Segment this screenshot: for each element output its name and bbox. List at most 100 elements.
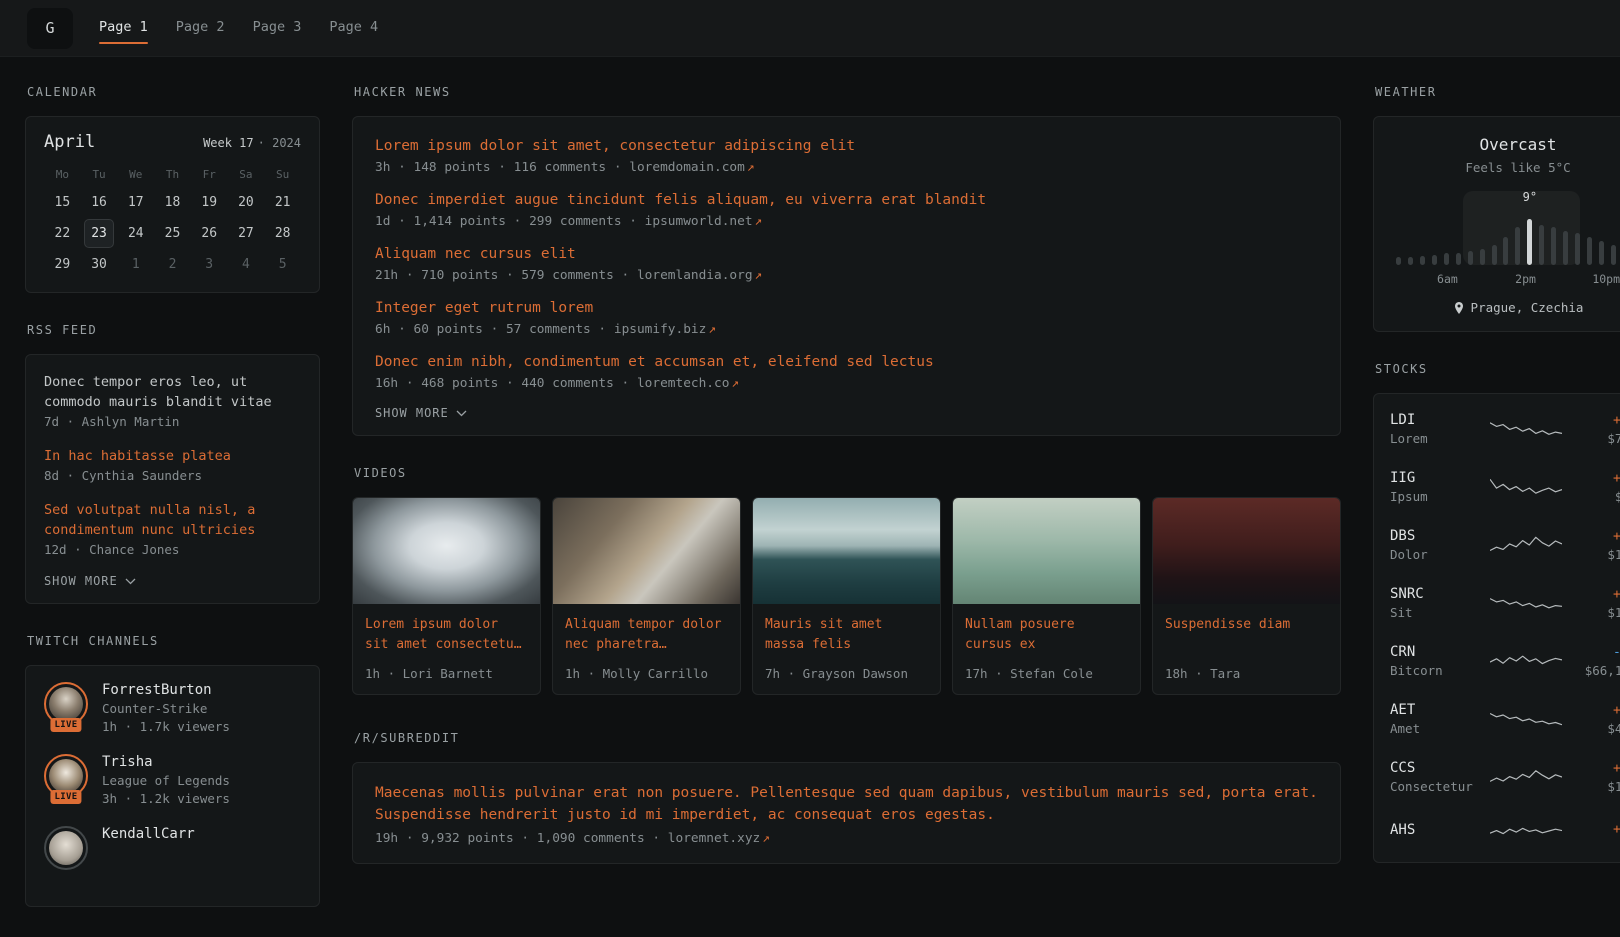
- external-link-icon: ↗: [708, 322, 716, 337]
- hn-domain-link[interactable]: loremdomain.com: [629, 160, 745, 175]
- stock-row[interactable]: CCS Consectetur +0.51% $165.84: [1390, 748, 1620, 806]
- subreddit-post[interactable]: Maecenas mollis pulvinar erat non posuer…: [375, 782, 1318, 846]
- post-title[interactable]: Maecenas mollis pulvinar erat non posuer…: [375, 782, 1318, 826]
- video-card[interactable]: Aliquam tempor dolor nec pharetra… 1h · …: [552, 497, 741, 695]
- stock-change: +0.51%: [1570, 761, 1620, 776]
- weather-bar: [1492, 245, 1497, 265]
- video-card[interactable]: Nullam posuere cursus ex 17h · Stefan Co…: [952, 497, 1141, 695]
- hn-item-title[interactable]: Lorem ipsum dolor sit amet, consectetur …: [375, 136, 1318, 157]
- post-domain-link[interactable]: loremnet.xyz: [668, 831, 760, 846]
- avatar: [49, 831, 83, 865]
- hn-domain-link[interactable]: ipsumify.biz: [614, 322, 706, 337]
- rss-item-title[interactable]: Sed volutpat nulla nisl, a condimentum n…: [44, 500, 301, 540]
- stock-symbol: CCS: [1390, 760, 1482, 776]
- stock-sparkline: [1490, 706, 1562, 732]
- hn-item[interactable]: Aliquam nec cursus elit 21h · 710 points…: [375, 244, 1318, 283]
- tab-page-4[interactable]: Page 4: [329, 13, 378, 44]
- video-card[interactable]: Suspendisse diam 18h · Tara: [1152, 497, 1341, 695]
- stock-row[interactable]: SNRC Sit +1.36% $148.64: [1390, 574, 1620, 632]
- stock-row[interactable]: IIG Ipsum +2.84% $42.04: [1390, 458, 1620, 516]
- stock-symbol: IIG: [1390, 470, 1482, 486]
- video-card[interactable]: Lorem ipsum dolor sit amet consectetu… 1…: [352, 497, 541, 695]
- rss-item[interactable]: Donec tempor eros leo, ut commodo mauris…: [44, 372, 301, 429]
- avatar: [49, 687, 83, 721]
- external-link-icon: ↗: [762, 831, 770, 846]
- stock-name: Sit: [1390, 605, 1482, 620]
- video-meta: 1h · Molly Carrillo: [565, 666, 728, 681]
- left-column: CALENDAR April Week 17· 2024 Mo Tu We Th…: [25, 85, 320, 937]
- weather-location[interactable]: Prague, Czechia: [1392, 300, 1620, 315]
- hn-item-title[interactable]: Aliquam nec cursus elit: [375, 244, 1318, 265]
- channel-name[interactable]: Trisha: [102, 754, 230, 770]
- hn-item[interactable]: Lorem ipsum dolor sit amet, consectetur …: [375, 136, 1318, 175]
- video-title[interactable]: Suspendisse diam: [1165, 615, 1328, 655]
- hn-domain-link[interactable]: loremtech.co: [637, 376, 729, 391]
- rss-item[interactable]: Sed volutpat nulla nisl, a condimentum n…: [44, 500, 301, 557]
- subreddit-section-title: /R/SUBREDDIT: [354, 731, 1341, 745]
- weather-bar: [1432, 255, 1437, 265]
- video-card[interactable]: Mauris sit amet massa felis 7h · Grayson…: [752, 497, 941, 695]
- videos-widget: VIDEOS Lorem ipsum dolor sit amet consec…: [352, 466, 1341, 695]
- video-meta: 18h · Tara: [1165, 666, 1328, 681]
- stock-row[interactable]: AET Amet +0.92% $499.72: [1390, 690, 1620, 748]
- weather-card: Overcast Feels like 5°C 9° 6am 2pm 10pm: [1373, 116, 1620, 332]
- video-title[interactable]: Lorem ipsum dolor sit amet consectetu…: [365, 615, 528, 655]
- calendar-day-selected: 23: [84, 219, 114, 248]
- stock-sparkline: [1490, 818, 1562, 844]
- stocks-widget: STOCKS LDI Lorem +4.35% $795.18 IIG: [1373, 362, 1620, 863]
- calendar-dow: Mo: [47, 162, 77, 187]
- hn-item-title[interactable]: Donec enim nibh, condimentum et accumsan…: [375, 352, 1318, 373]
- twitch-avatar: LIVE: [44, 682, 88, 726]
- video-thumbnail[interactable]: [353, 498, 540, 604]
- twitch-channel[interactable]: LIVE Trisha League of Legends 3h · 1.2k …: [44, 754, 301, 806]
- twitch-channel[interactable]: KendallCarr: [44, 826, 301, 870]
- stock-sparkline: [1490, 764, 1562, 790]
- stock-row[interactable]: AHS +0.46%: [1390, 806, 1620, 856]
- video-thumbnail[interactable]: [753, 498, 940, 604]
- calendar-day: 19: [194, 188, 224, 217]
- rss-item-title[interactable]: Donec tempor eros leo, ut commodo mauris…: [44, 372, 301, 412]
- stock-row[interactable]: CRN Bitcorn -1.00% $66,171.48: [1390, 632, 1620, 690]
- calendar-day: 17: [121, 188, 151, 217]
- video-thumbnail[interactable]: [553, 498, 740, 604]
- hacker-news-widget: HACKER NEWS Lorem ipsum dolor sit amet, …: [352, 85, 1341, 436]
- hn-item[interactable]: Donec enim nibh, condimentum et accumsan…: [375, 352, 1318, 391]
- page-tabs: Page 1 Page 2 Page 3 Page 4: [99, 0, 406, 56]
- stock-sparkline: [1490, 590, 1562, 616]
- weather-bar: [1480, 249, 1485, 265]
- app-logo[interactable]: G: [27, 8, 73, 49]
- hn-item-title[interactable]: Integer eget rutrum lorem: [375, 298, 1318, 319]
- hn-item[interactable]: Donec imperdiet augue tincidunt felis al…: [375, 190, 1318, 229]
- stock-row[interactable]: DBS Dolor +1.42% $156.28: [1390, 516, 1620, 574]
- weather-chart: 9°: [1394, 191, 1620, 265]
- weather-condition: Overcast: [1392, 135, 1620, 154]
- rss-item-title[interactable]: In hac habitasse platea: [44, 446, 301, 466]
- video-title[interactable]: Mauris sit amet massa felis: [765, 615, 928, 655]
- rss-card: Donec tempor eros leo, ut commodo mauris…: [25, 354, 320, 604]
- tab-page-2[interactable]: Page 2: [176, 13, 225, 44]
- hacker-news-section-title: HACKER NEWS: [354, 85, 1341, 99]
- tab-page-1[interactable]: Page 1: [99, 13, 148, 44]
- video-thumbnail[interactable]: [953, 498, 1140, 604]
- weather-bar: [1444, 253, 1449, 265]
- video-title[interactable]: Aliquam tempor dolor nec pharetra…: [565, 615, 728, 655]
- twitch-channel[interactable]: LIVE ForrestBurton Counter-Strike 1h · 1…: [44, 682, 301, 734]
- rss-show-more-button[interactable]: SHOW MORE: [44, 574, 301, 588]
- video-title[interactable]: Nullam posuere cursus ex: [965, 615, 1128, 655]
- hn-domain-link[interactable]: ipsumworld.net: [645, 214, 753, 229]
- calendar-day: 18: [157, 188, 187, 217]
- calendar-dow: Fr: [194, 162, 224, 187]
- tab-page-3[interactable]: Page 3: [253, 13, 302, 44]
- channel-name[interactable]: KendallCarr: [102, 826, 195, 842]
- hn-show-more-button[interactable]: SHOW MORE: [375, 406, 1318, 420]
- rss-item[interactable]: In hac habitasse platea 8d · Cynthia Sau…: [44, 446, 301, 483]
- video-thumbnail[interactable]: [1153, 498, 1340, 604]
- hn-item[interactable]: Integer eget rutrum lorem 6h · 60 points…: [375, 298, 1318, 337]
- stock-row[interactable]: LDI Lorem +4.35% $795.18: [1390, 400, 1620, 458]
- hn-domain-link[interactable]: loremlandia.org: [637, 268, 753, 283]
- video-meta: 7h · Grayson Dawson: [765, 666, 928, 681]
- stock-name: Dolor: [1390, 547, 1482, 562]
- weather-bar: [1456, 253, 1461, 265]
- hn-item-title[interactable]: Donec imperdiet augue tincidunt felis al…: [375, 190, 1318, 211]
- channel-name[interactable]: ForrestBurton: [102, 682, 230, 698]
